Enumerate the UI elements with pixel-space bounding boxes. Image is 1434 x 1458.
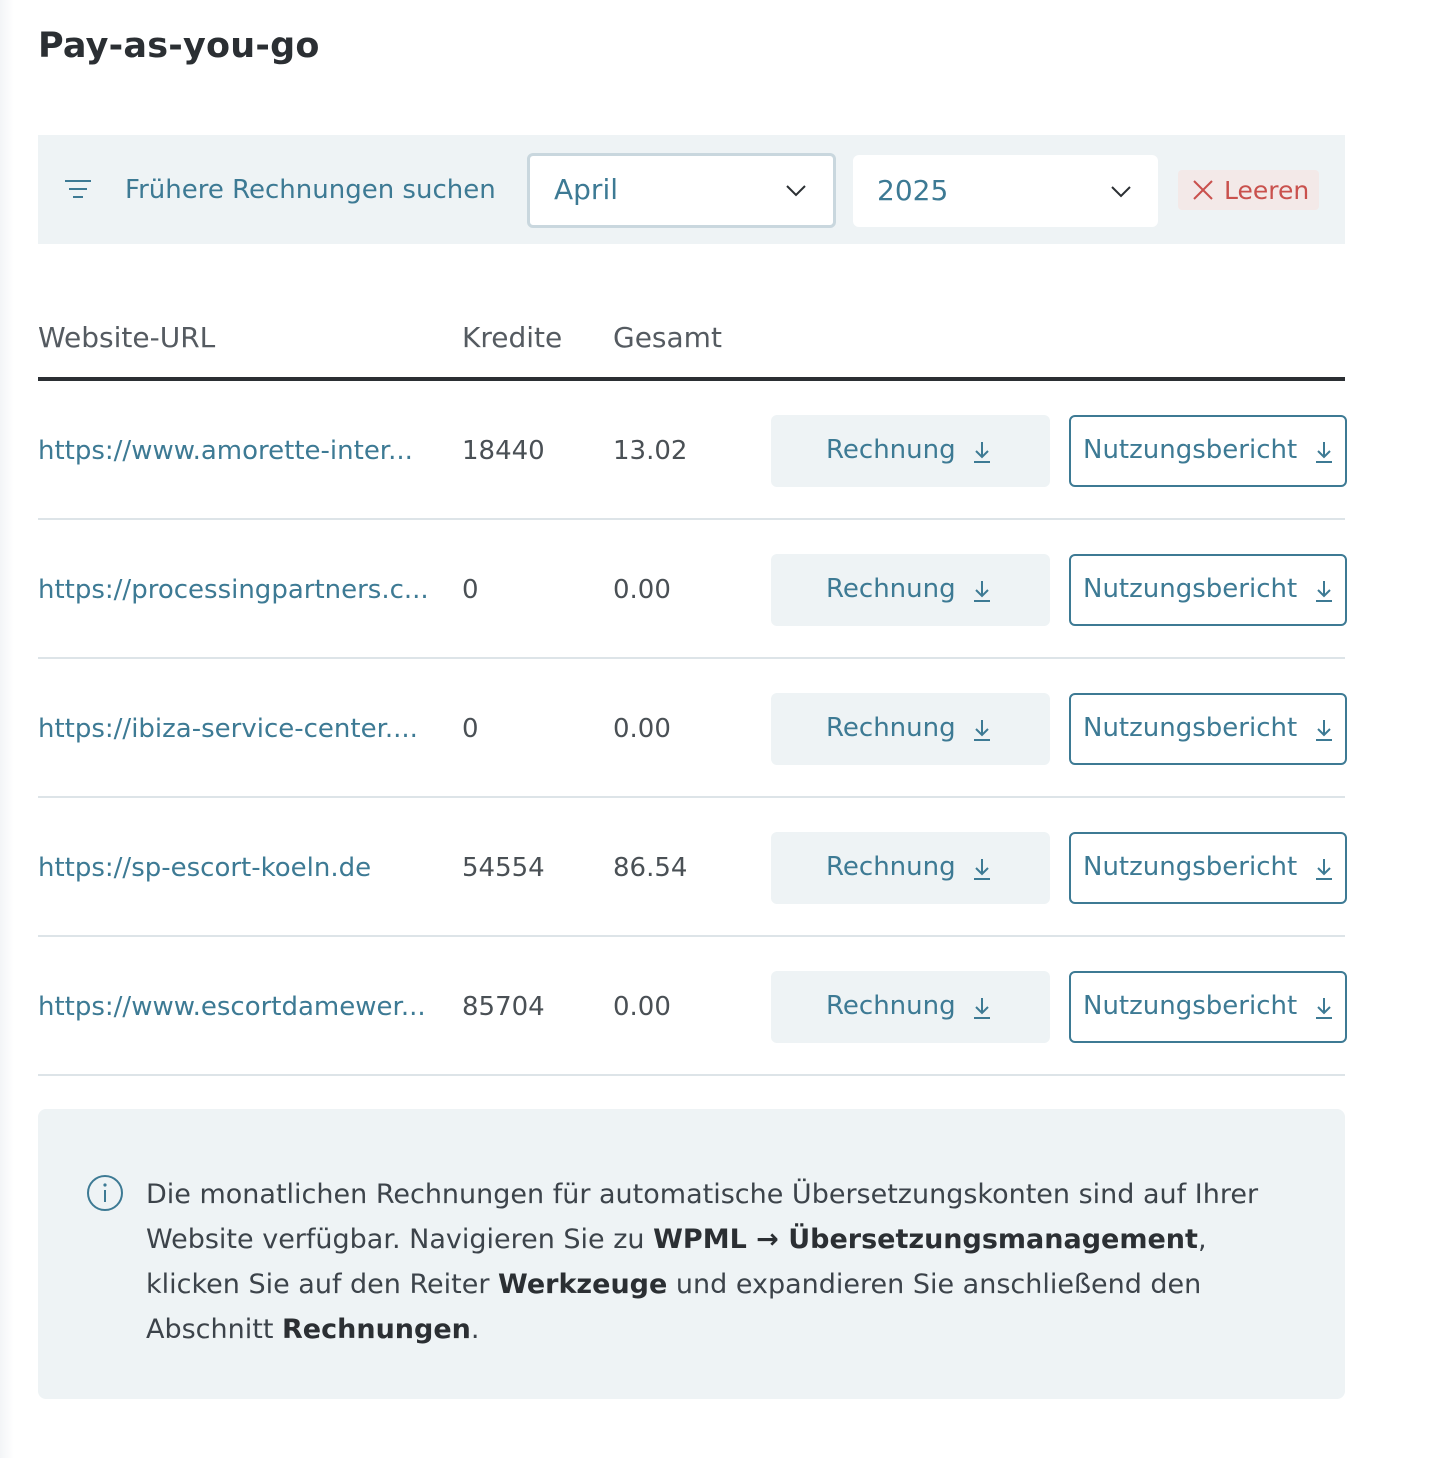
invoice-download-button[interactable]: Rechnung — [771, 832, 1050, 904]
year-select-value: 2025 — [877, 174, 949, 207]
download-icon — [1316, 581, 1332, 602]
clear-filter-button[interactable]: Leeren — [1178, 170, 1319, 210]
usage-report-download-button[interactable]: Nutzungsbericht — [1069, 971, 1347, 1043]
page-title: Pay-as-you-go — [38, 26, 320, 66]
info-icon — [87, 1175, 123, 1211]
download-icon — [1316, 720, 1332, 741]
download-icon — [974, 442, 990, 463]
invoice-download-button[interactable]: Rechnung — [771, 554, 1050, 626]
invoice-button-label: Rechnung — [826, 435, 956, 465]
clear-filter-label: Leeren — [1224, 176, 1310, 205]
column-header-total: Gesamt — [613, 321, 722, 354]
close-icon — [1193, 180, 1213, 200]
download-icon — [1316, 442, 1332, 463]
filter-label: Frühere Rechnungen suchen — [125, 175, 496, 205]
invoice-button-label: Rechnung — [826, 713, 956, 743]
invoice-button-label: Rechnung — [826, 574, 956, 604]
chevron-down-icon — [1111, 186, 1131, 198]
credits-value: 85704 — [462, 992, 545, 1022]
page-edge-shade — [0, 0, 14, 1458]
month-select[interactable]: April — [527, 153, 836, 228]
row-divider — [38, 1074, 1345, 1076]
website-url-link[interactable]: https://ibiza-service-center.... — [38, 714, 436, 744]
info-text-bold-path: WPML → Übersetzungsmanagement — [653, 1224, 1198, 1255]
invoice-button-label: Rechnung — [826, 991, 956, 1021]
website-url-link[interactable]: https://www.amorette-inter... — [38, 436, 436, 466]
info-text-bold-tab: Werkzeuge — [498, 1269, 668, 1300]
table-row: https://sp-escort-koeln.de 54554 86.54 R… — [38, 798, 1347, 937]
usage-report-button-label: Nutzungsbericht — [1083, 852, 1298, 882]
usage-report-download-button[interactable]: Nutzungsbericht — [1069, 832, 1347, 904]
table-row: https://ibiza-service-center.... 0 0.00 … — [38, 659, 1347, 798]
download-icon — [974, 581, 990, 602]
invoice-download-button[interactable]: Rechnung — [771, 693, 1050, 765]
invoice-download-button[interactable]: Rechnung — [771, 415, 1050, 487]
download-icon — [974, 720, 990, 741]
total-value: 0.00 — [613, 992, 671, 1022]
usage-report-button-label: Nutzungsbericht — [1083, 435, 1298, 465]
usage-report-button-label: Nutzungsbericht — [1083, 574, 1298, 604]
info-notice-text: Die monatlichen Rechnungen für automatis… — [146, 1172, 1306, 1352]
usage-report-button-label: Nutzungsbericht — [1083, 991, 1298, 1021]
total-value: 0.00 — [613, 575, 671, 605]
usage-report-download-button[interactable]: Nutzungsbericht — [1069, 554, 1347, 626]
table-row: https://processingpartners.c... 0 0.00 R… — [38, 520, 1347, 659]
month-select-value: April — [554, 173, 618, 206]
invoice-filter-bar: Frühere Rechnungen suchen April 2025 Lee… — [38, 135, 1345, 244]
year-select[interactable]: 2025 — [853, 155, 1158, 227]
total-value: 86.54 — [613, 853, 688, 883]
invoice-download-button[interactable]: Rechnung — [771, 971, 1050, 1043]
info-notice: Die monatlichen Rechnungen für automatis… — [38, 1109, 1345, 1399]
column-header-url: Website-URL — [38, 321, 216, 354]
credits-value: 0 — [462, 575, 479, 605]
table-row: https://www.escortdamewer... 85704 0.00 … — [38, 937, 1347, 1076]
invoice-button-label: Rechnung — [826, 852, 956, 882]
download-icon — [974, 859, 990, 880]
usage-report-button-label: Nutzungsbericht — [1083, 713, 1298, 743]
total-value: 0.00 — [613, 714, 671, 744]
column-header-credits: Kredite — [462, 321, 563, 354]
download-icon — [1316, 859, 1332, 880]
credits-value: 18440 — [462, 436, 545, 466]
filter-icon — [65, 180, 91, 198]
website-url-link[interactable]: https://www.escortdamewer... — [38, 992, 436, 1022]
website-url-link[interactable]: https://sp-escort-koeln.de — [38, 853, 436, 883]
download-icon — [974, 998, 990, 1019]
chevron-down-icon — [786, 185, 806, 197]
info-text-part: . — [470, 1314, 480, 1345]
info-text-bold-section: Rechnungen — [282, 1314, 471, 1345]
usage-report-download-button[interactable]: Nutzungsbericht — [1069, 693, 1347, 765]
website-url-link[interactable]: https://processingpartners.c... — [38, 575, 436, 605]
download-icon — [1316, 998, 1332, 1019]
table-row: https://www.amorette-inter... 18440 13.0… — [38, 381, 1347, 520]
credits-value: 0 — [462, 714, 479, 744]
credits-value: 54554 — [462, 853, 545, 883]
usage-report-download-button[interactable]: Nutzungsbericht — [1069, 415, 1347, 487]
total-value: 13.02 — [613, 436, 688, 466]
